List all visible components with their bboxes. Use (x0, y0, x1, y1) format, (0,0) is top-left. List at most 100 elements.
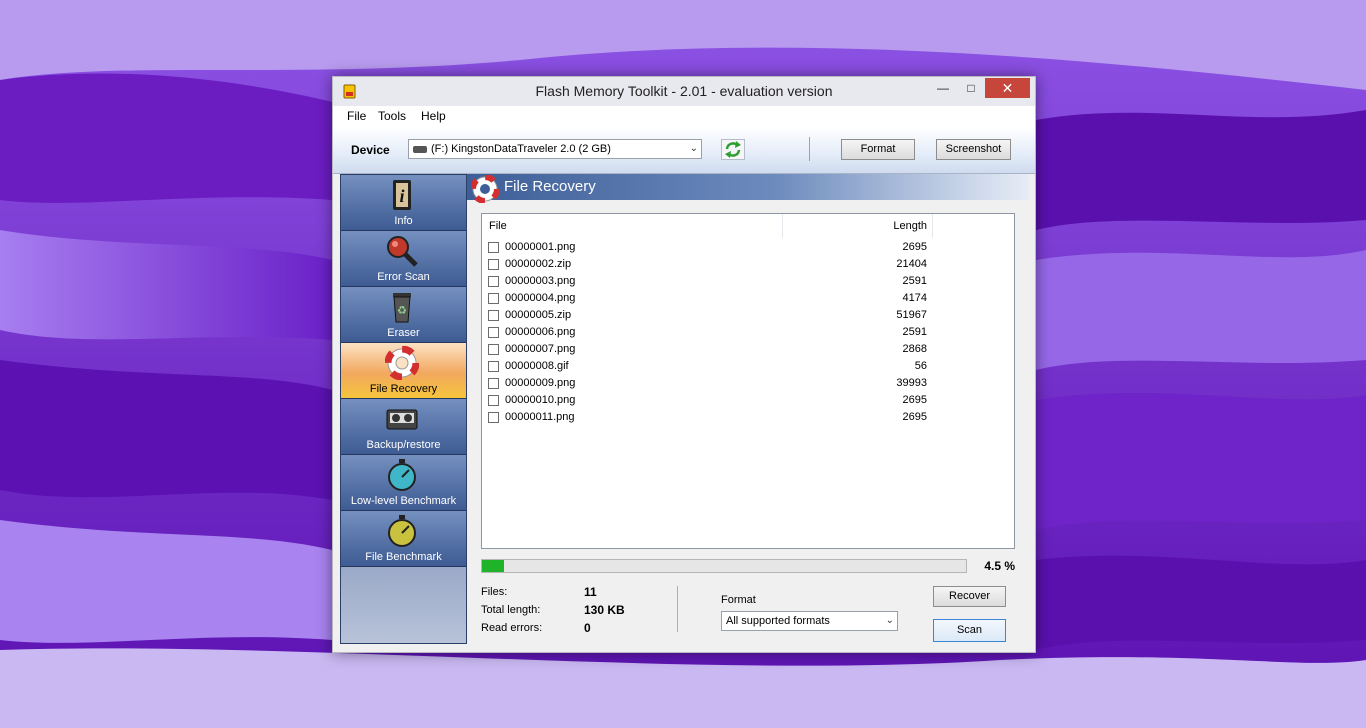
info-icon: i (393, 180, 411, 210)
format-button[interactable]: Format (841, 139, 915, 160)
file-checkbox[interactable] (488, 293, 499, 304)
device-select[interactable]: (F:) KingstonDataTraveler 2.0 (2 GB) ⌄ (408, 139, 702, 159)
progress-bar (481, 559, 967, 573)
file-name: 00000001.png (505, 241, 576, 253)
progress-text: 4.5 % (984, 559, 1015, 573)
app-window: Flash Memory Toolkit - 2.01 - evaluation… (332, 76, 1036, 653)
format-select[interactable]: All supported formats ⌄ (721, 611, 898, 631)
refresh-button[interactable] (721, 139, 745, 160)
table-row[interactable]: 00000001.png 2695 (482, 239, 1014, 256)
minimize-button[interactable]: — (929, 78, 957, 98)
device-label: Device (351, 143, 390, 157)
stats-separator (677, 586, 678, 632)
files-label: Files: (481, 586, 508, 598)
sidebar-item-label: Info (394, 215, 413, 227)
maximize-button[interactable]: □ (957, 78, 985, 98)
read-errors-label: Read errors: (481, 622, 543, 634)
chevron-down-icon: ⌄ (885, 615, 894, 626)
file-length: 2695 (902, 411, 927, 423)
table-row[interactable]: 00000004.png 4174 (482, 290, 1014, 307)
menu-file[interactable]: File (347, 109, 366, 123)
file-length: 2695 (902, 394, 927, 406)
table-row[interactable]: 00000007.png 2868 (482, 341, 1014, 358)
close-button[interactable]: ✕ (985, 78, 1030, 98)
table-row[interactable]: 00000006.png 2591 (482, 324, 1014, 341)
page-title: File Recovery (504, 178, 596, 195)
drive-icon (413, 146, 427, 153)
table-row[interactable]: 00000002.zip 21404 (482, 256, 1014, 273)
magnifier-icon (387, 236, 418, 267)
file-checkbox[interactable] (488, 344, 499, 355)
table-row[interactable]: 00000009.png 39993 (482, 375, 1014, 392)
sidebar-item-label: File Benchmark (365, 551, 442, 563)
file-checkbox[interactable] (488, 412, 499, 423)
device-value: (F:) KingstonDataTraveler 2.0 (2 GB) (431, 143, 611, 155)
menu-bar: File Tools Help (333, 106, 1035, 127)
toolbar: Device (F:) KingstonDataTraveler 2.0 (2 … (333, 127, 1035, 174)
title-bar[interactable]: Flash Memory Toolkit - 2.01 - evaluation… (333, 77, 1035, 106)
sidebar-item-eraser[interactable]: ♻ Eraser (341, 287, 466, 343)
file-name: 00000006.png (505, 326, 576, 338)
svg-text:i: i (399, 186, 404, 206)
sidebar-item-label: File Recovery (369, 383, 438, 395)
chevron-down-icon: ⌄ (689, 143, 698, 154)
file-name: 00000005.zip (505, 309, 572, 321)
menu-help[interactable]: Help (421, 109, 446, 123)
file-name: 00000009.png (505, 377, 576, 389)
lifebuoy-icon (471, 175, 499, 203)
panel-header: File Recovery (467, 174, 1029, 203)
sidebar: i Info Error Scan ♻ Eraser File Recovery… (340, 174, 467, 644)
file-name: 00000003.png (505, 275, 576, 287)
screenshot-button[interactable]: Screenshot (936, 139, 1011, 160)
file-length: 2591 (902, 275, 927, 287)
tape-icon (386, 409, 418, 430)
total-length-label: Total length: (481, 604, 541, 616)
file-name: 00000004.png (505, 292, 576, 304)
file-checkbox[interactable] (488, 395, 499, 406)
table-row[interactable]: 00000003.png 2591 (482, 273, 1014, 290)
table-row[interactable]: 00000005.zip 51967 (482, 307, 1014, 324)
table-row[interactable]: 00000010.png 2695 (482, 392, 1014, 409)
file-length: 2695 (902, 241, 927, 253)
file-checkbox[interactable] (488, 327, 499, 338)
table-row[interactable]: 00000011.png 2695 (482, 409, 1014, 426)
recycle-bin-icon: ♻ (393, 293, 411, 323)
progress-fill (482, 560, 504, 572)
sidebar-item-info[interactable]: i Info (341, 175, 466, 231)
column-header-file[interactable]: File (482, 214, 783, 238)
file-checkbox[interactable] (488, 378, 499, 389)
file-checkbox[interactable] (488, 361, 499, 372)
file-name: 00000002.zip (505, 258, 572, 270)
sidebar-item-low-level-benchmark[interactable]: Low-level Benchmark (341, 455, 466, 511)
file-length: 39993 (896, 377, 927, 389)
file-checkbox[interactable] (488, 310, 499, 321)
table-row[interactable]: 00000008.gif 56 (482, 358, 1014, 375)
file-length: 2868 (902, 343, 927, 355)
file-checkbox[interactable] (488, 276, 499, 287)
toolbar-separator (809, 137, 810, 161)
sidebar-item-file-benchmark[interactable]: File Benchmark (341, 511, 466, 567)
column-header-length[interactable]: Length (783, 214, 933, 238)
sidebar-item-file-recovery[interactable]: File Recovery (341, 343, 466, 399)
column-header-empty (933, 214, 1014, 238)
file-length: 51967 (896, 309, 927, 321)
file-checkbox[interactable] (488, 259, 499, 270)
sidebar-item-label: Low-level Benchmark (350, 495, 457, 507)
sidebar-item-backup-restore[interactable]: Backup/restore (341, 399, 466, 455)
file-length: 21404 (896, 258, 927, 270)
sidebar-item-label: Backup/restore (366, 439, 441, 451)
recover-button[interactable]: Recover (933, 586, 1006, 607)
stopwatch-icon (388, 515, 416, 547)
menu-tools[interactable]: Tools (378, 109, 406, 123)
sidebar-item-label: Eraser (387, 327, 420, 339)
scan-button[interactable]: Scan (933, 619, 1006, 642)
file-length: 2591 (902, 326, 927, 338)
file-list[interactable]: File Length 00000001.png 2695 00000002.zip… (481, 213, 1015, 549)
format-value: All supported formats (726, 615, 830, 627)
file-checkbox[interactable] (488, 242, 499, 253)
file-name: 00000008.gif (505, 360, 569, 372)
format-label: Format (721, 594, 756, 606)
lifebuoy-icon (385, 346, 419, 380)
sidebar-item-error-scan[interactable]: Error Scan (341, 231, 466, 287)
sidebar-item-label: Error Scan (377, 271, 430, 283)
